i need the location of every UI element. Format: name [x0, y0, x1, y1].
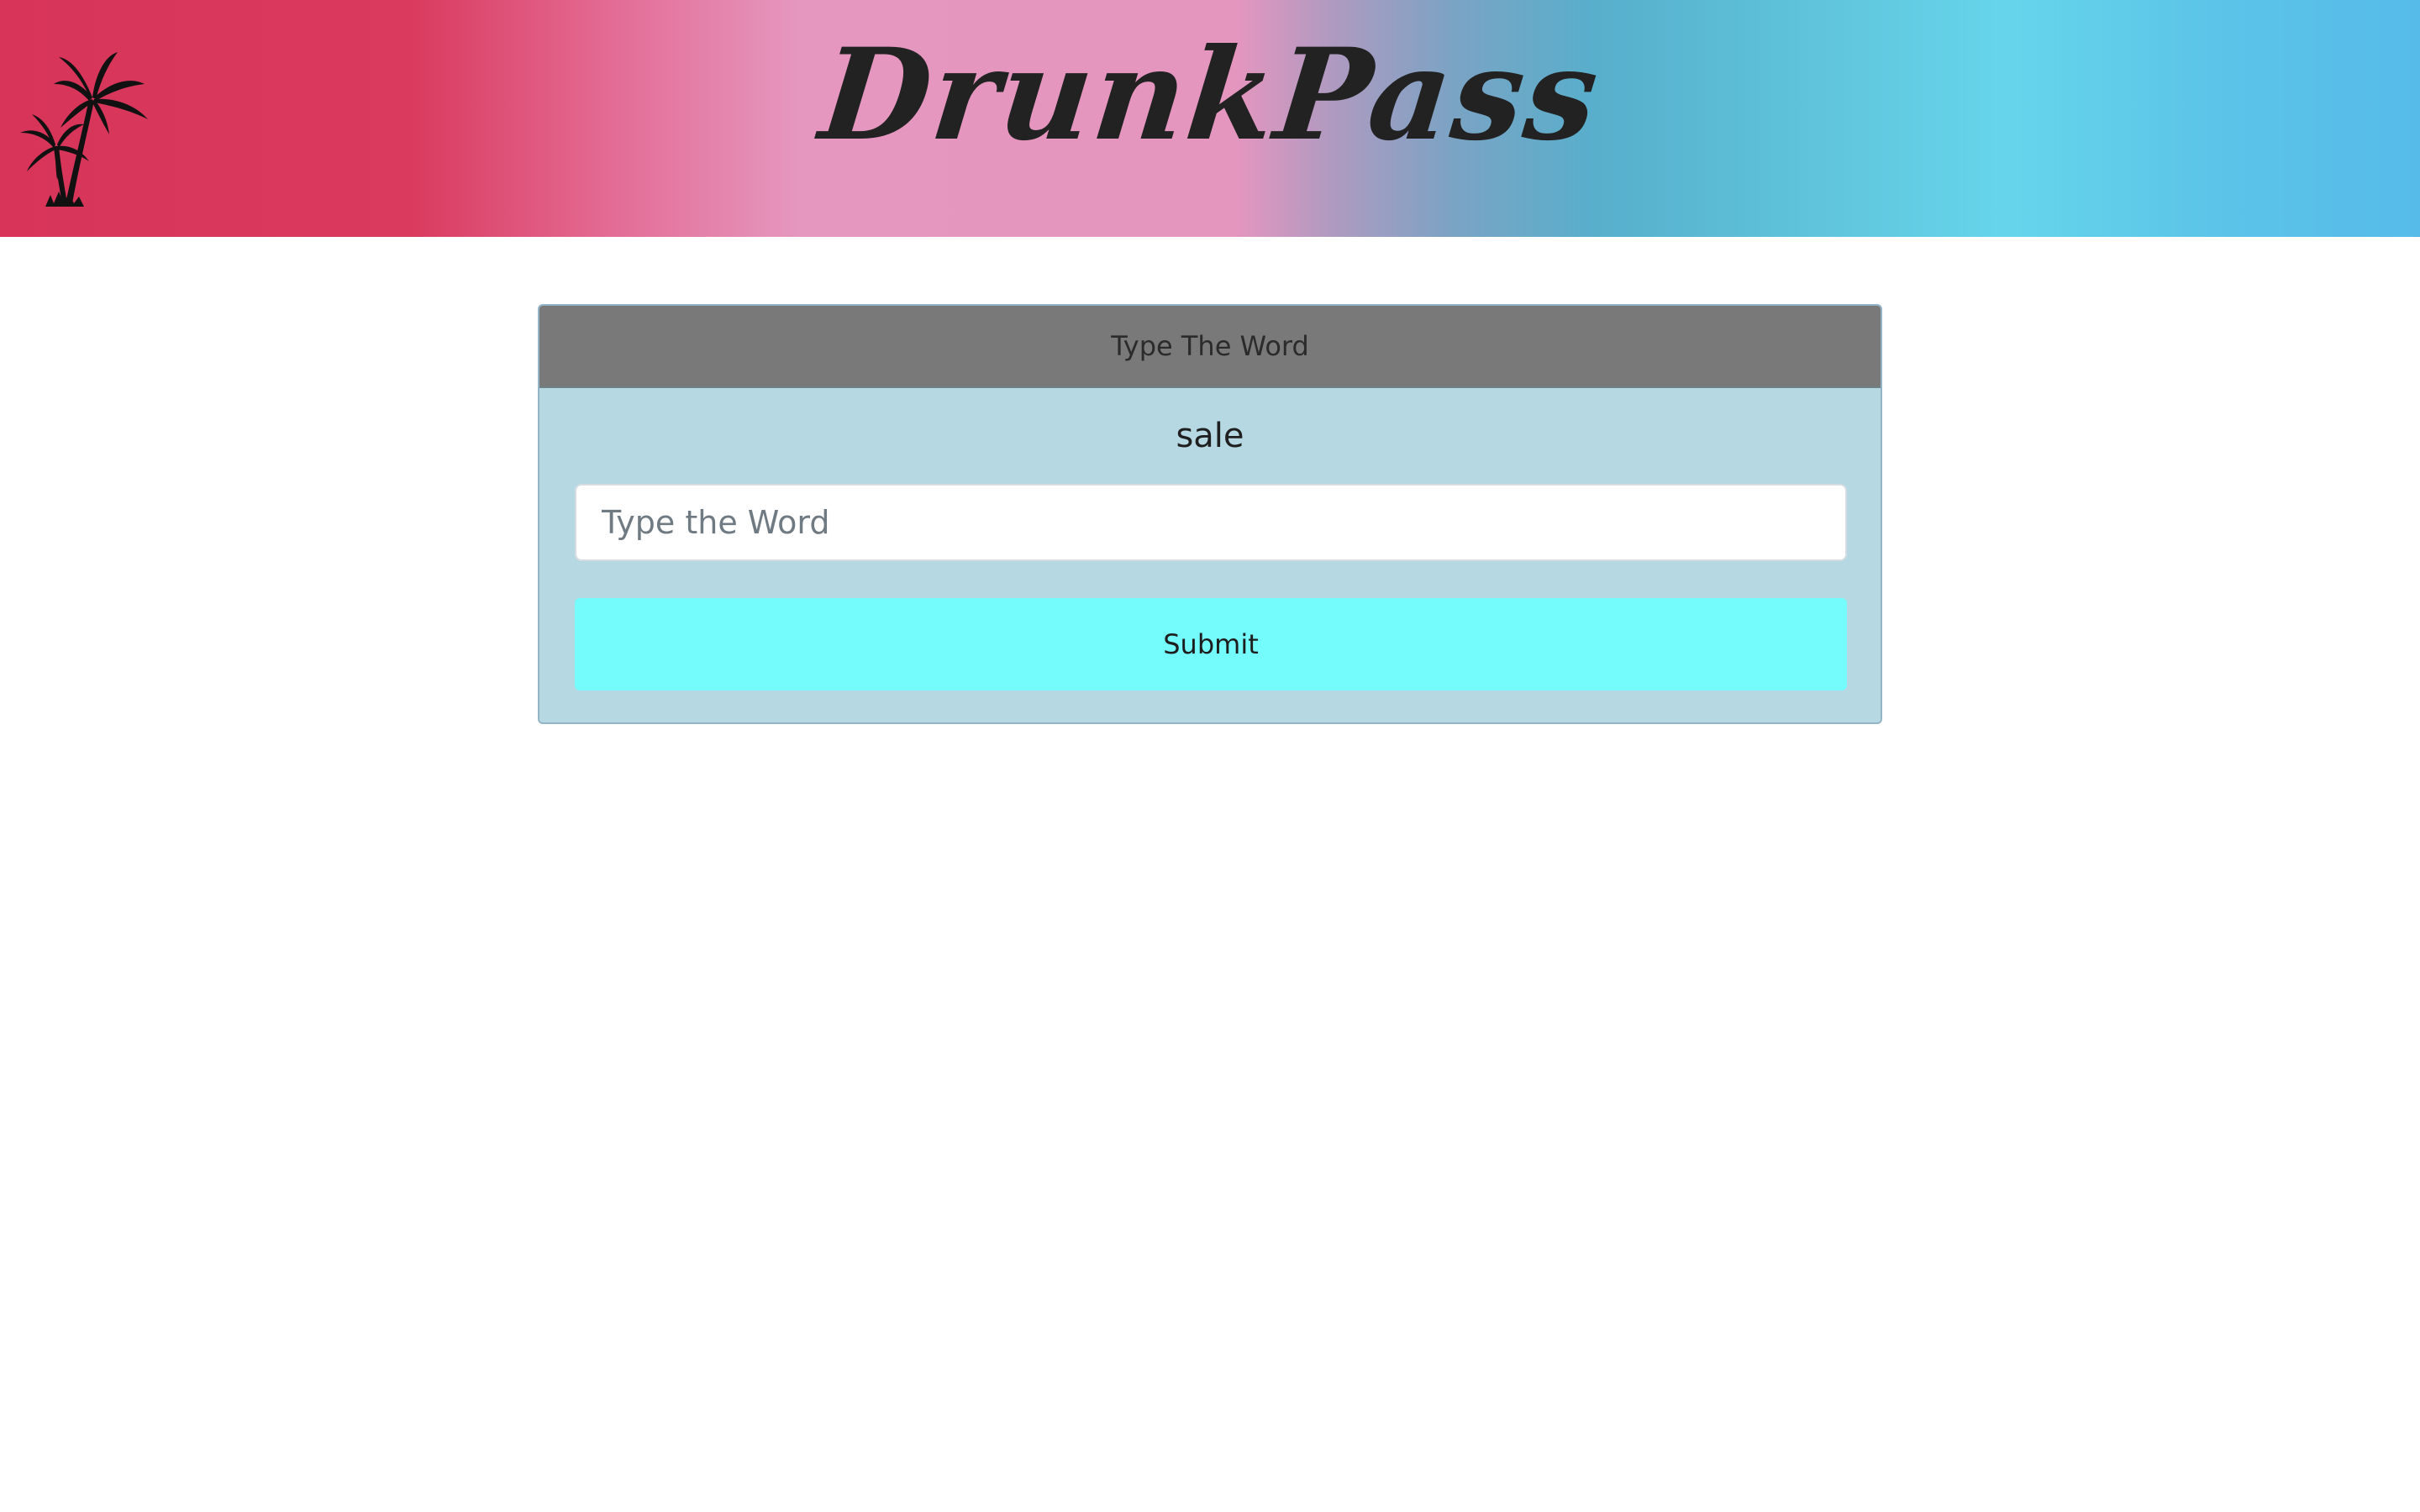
brand-title: DrunkPass — [813, 21, 1607, 169]
target-word: sale — [1176, 417, 1244, 455]
card-header: Type The Word — [539, 306, 1881, 388]
word-input[interactable] — [575, 484, 1847, 561]
word-challenge-card: Type The Word sale Submit — [538, 304, 1882, 724]
header-banner: DrunkPass — [0, 0, 2420, 237]
submit-button[interactable]: Submit — [575, 598, 1847, 690]
card-title: Type The Word — [1111, 330, 1309, 362]
